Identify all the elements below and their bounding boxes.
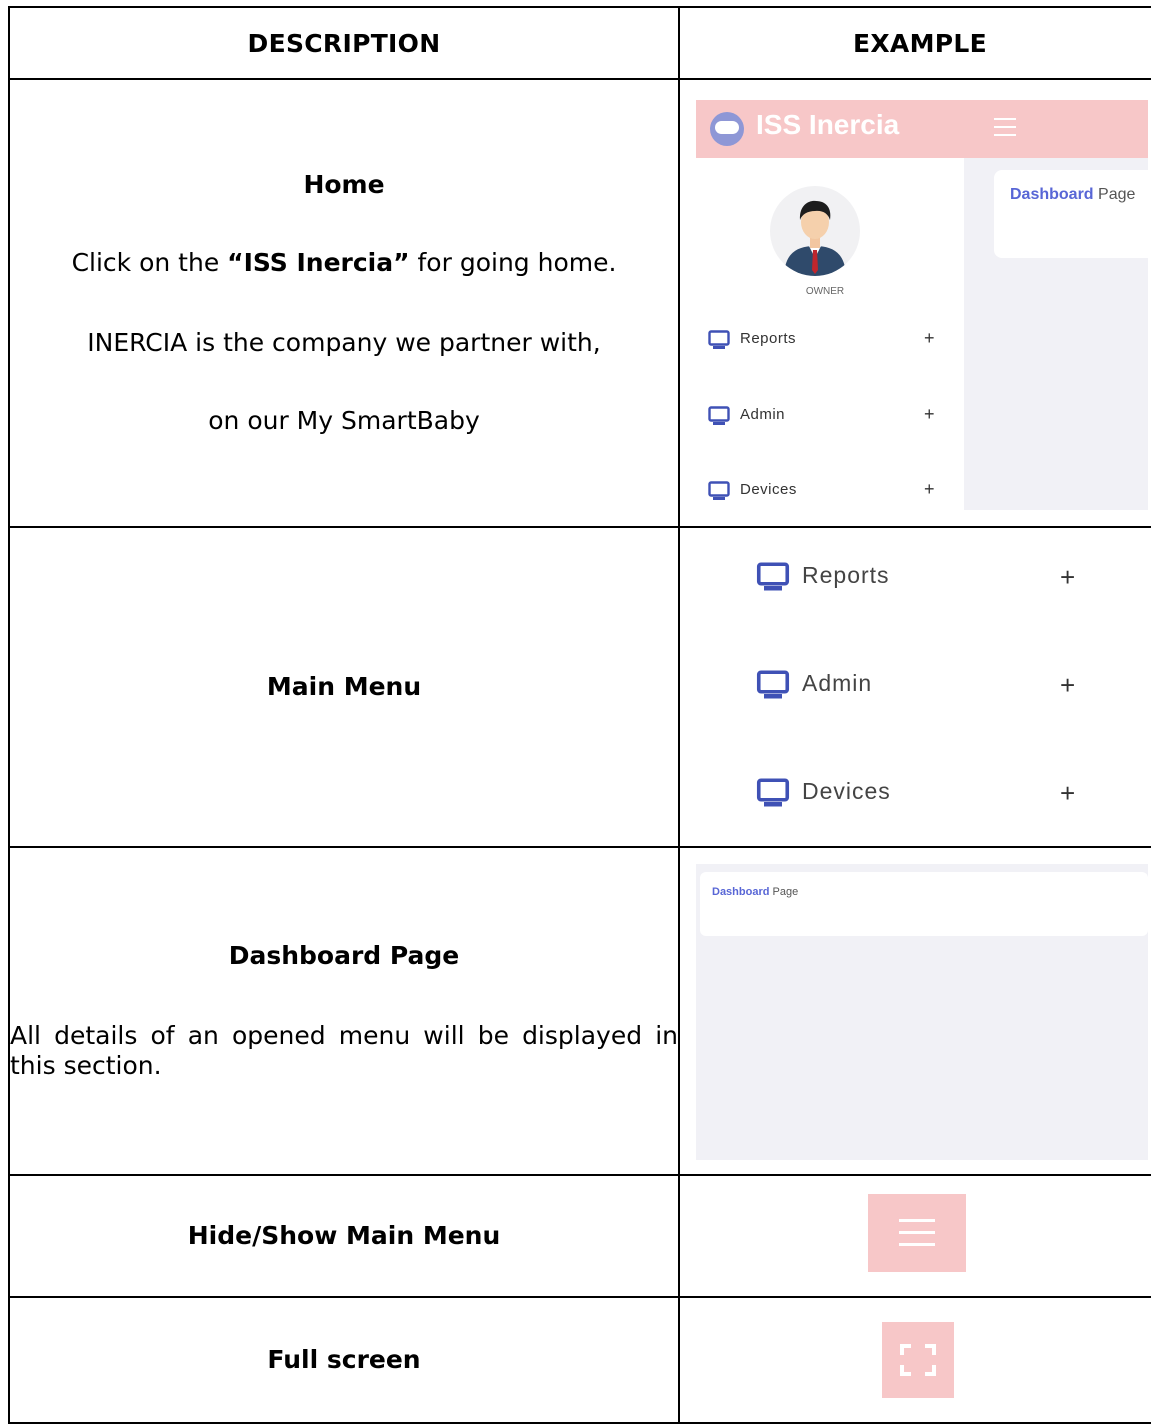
expand-icon[interactable]: +: [924, 328, 935, 349]
expand-icon[interactable]: +: [924, 479, 935, 500]
breadcrumb-current: Dashboard: [712, 886, 770, 898]
toggle-menu-title: Hide/Show Main Menu: [187, 1221, 501, 1250]
sidebar-item-label: Admin: [740, 406, 786, 423]
home-link-text: “ISS Inercia”: [227, 248, 410, 277]
fullscreen-title: Full screen: [267, 1345, 421, 1374]
home-description: Home Click on the “ISS Inercia” for goin…: [8, 78, 680, 528]
dashboard-example: Dashboard Page: [678, 846, 1151, 1176]
dashboard-description: Dashboard Page All details of an opened …: [8, 846, 680, 1176]
breadcrumb: Dashboard Page: [1010, 186, 1135, 204]
sidebar-item-admin[interactable]: Admin +: [708, 404, 948, 428]
sidebar-item-devices[interactable]: Devices +: [708, 479, 948, 503]
home-line-2: INERCIA is the company we partner with,: [87, 328, 601, 357]
brand-logo-icon[interactable]: [710, 112, 744, 146]
sidebar-item-label: Reports: [740, 330, 797, 347]
main-menu-example: Reports + Admin + Devices +: [678, 526, 1151, 848]
instructions-table: DESCRIPTION EXAMPLE Home Click on the “I…: [8, 6, 1151, 1424]
expand-icon[interactable]: +: [1060, 562, 1075, 593]
expand-icon[interactable]: +: [1060, 778, 1075, 809]
dashboard-preview: Dashboard Page: [696, 864, 1148, 1160]
main-menu-title: Main Menu: [266, 672, 422, 701]
monitor-icon: [708, 330, 730, 349]
app-preview: ISS Inercia OWNER Reports + Admin + Devi…: [696, 100, 1148, 510]
monitor-icon: [708, 481, 730, 500]
monitor-icon: [756, 778, 790, 807]
main-menu-item-label: Admin: [802, 670, 873, 696]
breadcrumb-suffix: Page: [772, 886, 799, 898]
home-line-3: on our My SmartBaby: [208, 406, 480, 435]
main-menu-item-devices[interactable]: Devices +: [756, 776, 1116, 816]
main-menu-item-label: Devices: [802, 778, 891, 804]
monitor-icon: [708, 406, 730, 425]
app-topbar: ISS Inercia: [696, 100, 1148, 158]
header-description: DESCRIPTION: [8, 6, 680, 80]
user-role: OWNER: [805, 286, 845, 297]
dashboard-body: All details of an opened menu will be di…: [10, 1021, 678, 1080]
main-menu-item-reports[interactable]: Reports +: [756, 560, 1116, 600]
header-example: EXAMPLE: [678, 6, 1151, 80]
toggle-menu-example: [678, 1174, 1151, 1298]
breadcrumb: Dashboard Page: [712, 886, 798, 898]
home-line-1-pre: Click on the: [71, 248, 228, 277]
fullscreen-icon: [900, 1344, 936, 1376]
main-menu-description: Main Menu: [8, 526, 680, 848]
home-title: Home: [303, 170, 385, 199]
breadcrumb-card: Dashboard Page: [700, 872, 1148, 936]
user-avatar-icon: [784, 200, 846, 276]
hamburger-menu-button[interactable]: [868, 1194, 966, 1272]
monitor-icon: [756, 562, 790, 591]
content-area: Dashboard Page: [964, 158, 1148, 510]
sidebar: OWNER Reports + Admin + Devices +: [696, 158, 964, 510]
avatar: [770, 186, 860, 276]
monitor-icon: [756, 670, 790, 699]
fullscreen-example: [678, 1296, 1151, 1424]
expand-icon[interactable]: +: [924, 404, 935, 425]
breadcrumb-card: Dashboard Page: [994, 170, 1148, 258]
sidebar-item-reports[interactable]: Reports +: [708, 328, 948, 352]
home-line-1: Click on the “ISS Inercia” for going hom…: [10, 248, 678, 278]
main-menu-item-label: Reports: [802, 562, 890, 588]
hamburger-menu-icon[interactable]: [994, 118, 1016, 138]
fullscreen-description: Full screen: [8, 1296, 680, 1424]
expand-icon[interactable]: +: [1060, 670, 1075, 701]
main-menu-item-admin[interactable]: Admin +: [756, 668, 1116, 708]
breadcrumb-current: Dashboard: [1010, 186, 1094, 203]
sidebar-item-label: Devices: [740, 481, 797, 498]
fullscreen-button[interactable]: [882, 1322, 954, 1398]
home-example: ISS Inercia OWNER Reports + Admin + Devi…: [678, 78, 1151, 528]
toggle-menu-description: Hide/Show Main Menu: [8, 1174, 680, 1298]
home-line-1-post: for going home.: [409, 248, 617, 277]
dashboard-title: Dashboard Page: [228, 941, 460, 970]
breadcrumb-suffix: Page: [1098, 186, 1136, 203]
brand-home-link[interactable]: ISS Inercia: [756, 109, 899, 141]
